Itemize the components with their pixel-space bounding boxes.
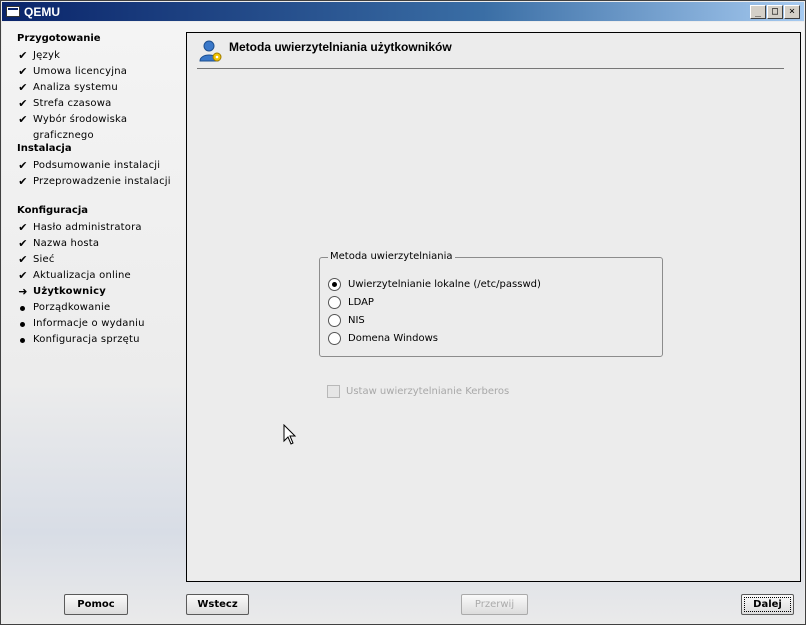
checkmark-icon: ✔ (18, 237, 28, 250)
next-button[interactable]: Dalej (741, 594, 794, 615)
checkmark-icon: ✔ (18, 49, 28, 62)
step-item: Informacje o wydaniu (16, 316, 186, 332)
step-label: Język (33, 50, 61, 61)
checkmark-icon: ✔ (18, 175, 28, 188)
checkmark-icon: ✔ (18, 253, 28, 266)
step-item: Porządkowanie (16, 300, 186, 316)
step-label: Sieć (33, 254, 55, 265)
maximize-button[interactable]: □ (767, 5, 783, 19)
abort-button[interactable]: Przerwij (461, 594, 528, 615)
qemu-window: QEMU _ □ × Przygotowanie ✔ Język ✔ Umowa l… (0, 0, 806, 625)
step-label: Strefa czasowa (33, 98, 112, 109)
step-label: Przeprowadzenie instalacji (33, 176, 171, 187)
bullet-icon (20, 306, 25, 311)
kerberos-label: Ustaw uwierzytelnianie Kerberos (346, 386, 510, 397)
step-label: Aktualizacja online (33, 270, 131, 281)
radio-label: Uwierzytelnianie lokalne (/etc/passwd) (348, 279, 541, 290)
checkmark-icon: ✔ (18, 65, 28, 78)
content-panel: Metoda uwierzytelniania użytkowników Met… (186, 32, 801, 582)
step-group-installation: Instalacja ✔ Podsumowanie instalacji ✔ Prz… (16, 142, 186, 190)
step-label: Podsumowanie instalacji (33, 160, 161, 171)
radio-unselected-icon[interactable] (328, 296, 341, 309)
step-label: Porządkowanie (33, 302, 111, 313)
step-label: Informacje o wydaniu (33, 318, 145, 329)
section-title: Konfiguracja (17, 205, 89, 216)
radio-selected-icon[interactable] (328, 278, 341, 291)
step-label: Wybór środowiska graficznego (33, 114, 128, 141)
window-title: QEMU (24, 5, 60, 19)
step-item: ✔ Wybór środowiska graficznego (16, 112, 186, 141)
checkbox-box[interactable] (327, 385, 340, 398)
step-group-configuration: Konfiguracja ✔ Hasło administratora ✔ Nazw… (16, 204, 186, 348)
radio-label: Domena Windows (348, 333, 438, 344)
bullet-icon (20, 338, 25, 343)
radio-label: NIS (348, 315, 365, 326)
installer-client: Przygotowanie ✔ Język ✔ Umowa licencyjna ✔… (2, 22, 804, 623)
step-item: ✔ Przeprowadzenie instalacji (16, 174, 186, 190)
section-title: Przygotowanie (17, 33, 101, 44)
bullet-icon (20, 322, 25, 327)
checkmark-icon: ✔ (18, 81, 28, 94)
checkmark-icon: ✔ (18, 159, 28, 172)
step-item: ✔ Umowa licencyjna (16, 64, 186, 80)
step-item: Konfiguracja sprzętu (16, 332, 186, 348)
installation-steps-sidebar: Przygotowanie ✔ Język ✔ Umowa licencyjna ✔… (16, 32, 186, 362)
close-button[interactable]: × (784, 5, 800, 19)
radio-unselected-icon[interactable] (328, 332, 341, 345)
step-item: ✔ Nazwa hosta (16, 236, 186, 252)
auth-method-group: Metoda uwierzytelniania Uwierzytelnianie… (319, 251, 663, 357)
step-label: Konfiguracja sprzętu (33, 334, 140, 345)
qemu-app-icon (6, 6, 20, 17)
step-item: ✔ Hasło administratora (16, 220, 186, 236)
help-button[interactable]: Pomoc (64, 594, 128, 615)
step-item: ✔ Język (16, 48, 186, 64)
step-group-preparation: Przygotowanie ✔ Język ✔ Umowa licencyjna ✔… (16, 32, 186, 141)
checkmark-icon: ✔ (18, 97, 28, 110)
back-button[interactable]: Wstecz (186, 594, 249, 615)
mouse-pointer-icon (283, 424, 297, 445)
step-label: Umowa licencyjna (33, 66, 128, 77)
step-item-current: ➜ Użytkownicy (16, 284, 186, 300)
step-item: ✔ Strefa czasowa (16, 96, 186, 112)
step-item: ✔ Podsumowanie instalacji (16, 158, 186, 174)
step-label: Analiza systemu (33, 82, 118, 93)
step-label: Nazwa hosta (33, 238, 100, 249)
title-bar[interactable]: QEMU _ □ × (2, 2, 804, 21)
arrow-right-icon: ➜ (18, 285, 28, 298)
step-item: ✔ Analiza systemu (16, 80, 186, 96)
step-item: ✔ Sieć (16, 252, 186, 268)
checkmark-icon: ✔ (18, 113, 28, 126)
user-config-icon (199, 40, 222, 62)
step-label: Hasło administratora (33, 222, 142, 233)
checkmark-icon: ✔ (18, 221, 28, 234)
panel-header: Metoda uwierzytelniania użytkowników (197, 37, 784, 69)
checkmark-icon: ✔ (18, 269, 28, 282)
step-item: ✔ Aktualizacja online (16, 268, 186, 284)
auth-method-legend: Metoda uwierzytelniania (328, 251, 455, 262)
radio-unselected-icon[interactable] (328, 314, 341, 327)
minimize-button[interactable]: _ (750, 5, 766, 19)
step-label: Użytkownicy (33, 286, 106, 297)
radio-label: LDAP (348, 297, 374, 308)
page-title: Metoda uwierzytelniania użytkowników (229, 40, 452, 54)
